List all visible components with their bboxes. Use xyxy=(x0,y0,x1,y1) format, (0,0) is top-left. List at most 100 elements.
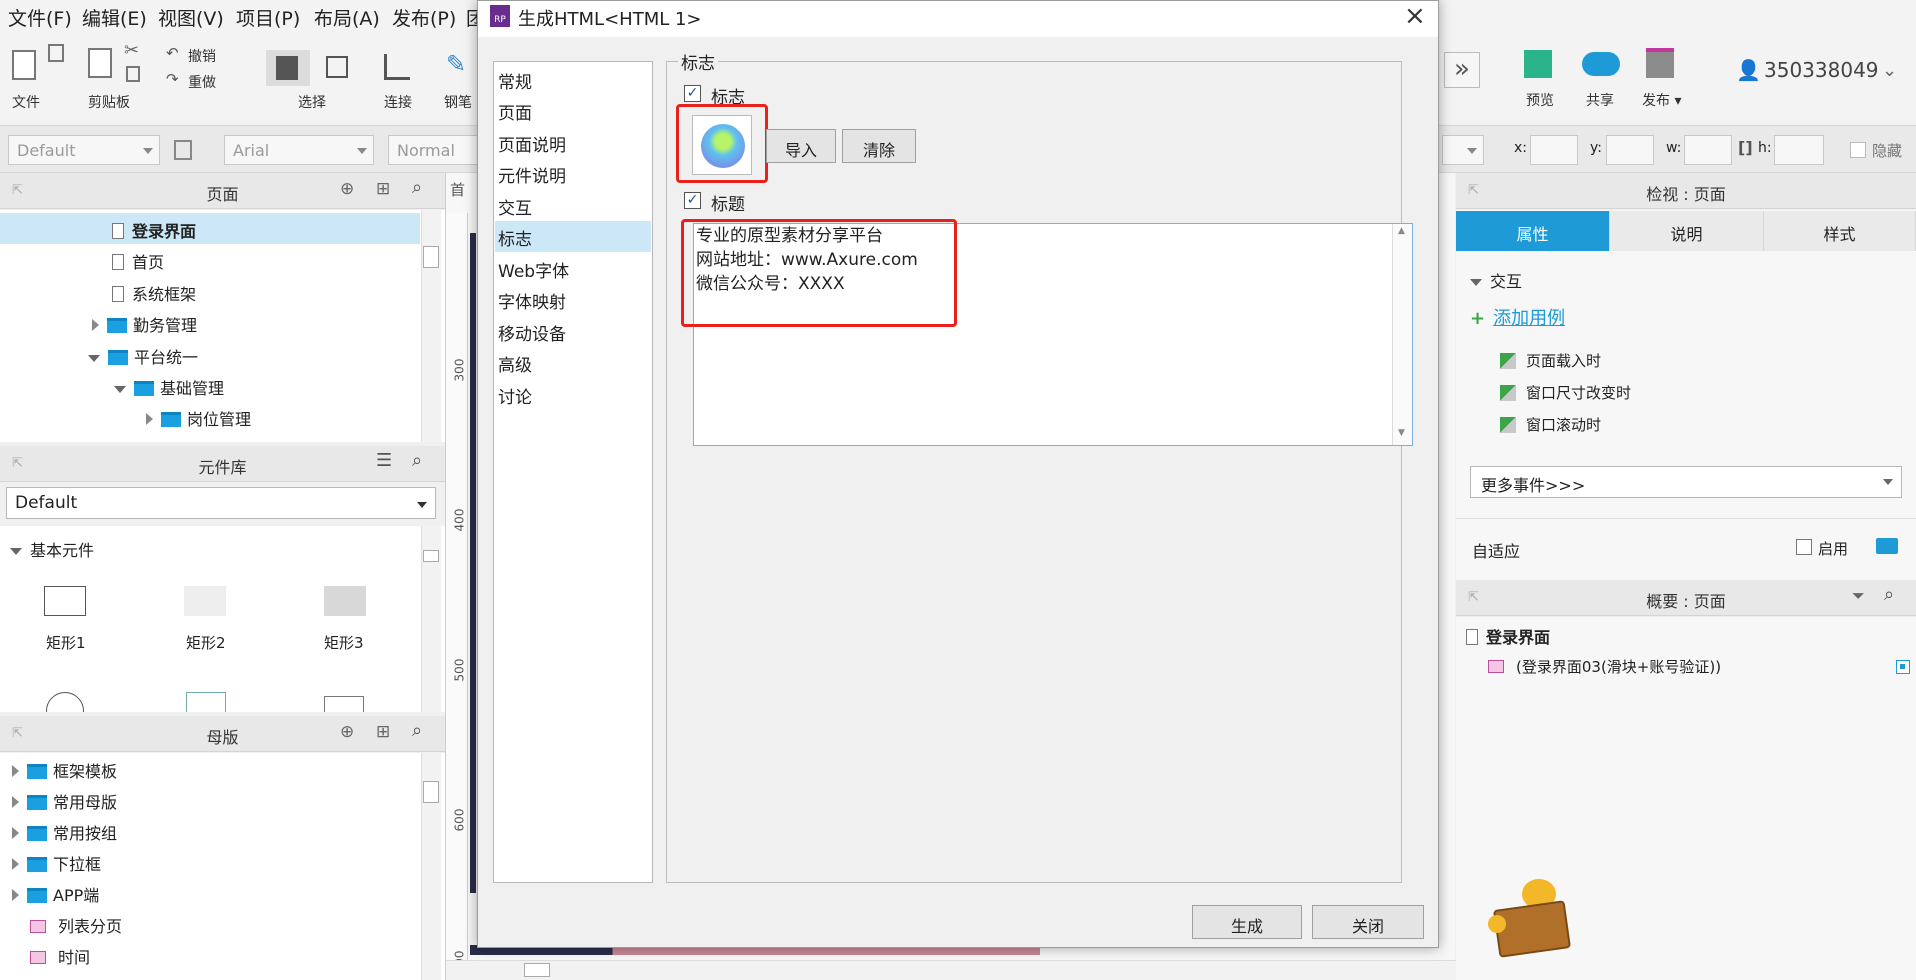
scroll-thumb[interactable] xyxy=(524,963,550,977)
search-icon[interactable]: ⌕ xyxy=(412,177,422,198)
expand-icon[interactable] xyxy=(92,319,99,331)
adaptive-views-icon[interactable] xyxy=(1876,538,1898,554)
add-case-link[interactable]: + 添加用例 xyxy=(1470,304,1565,330)
menu-file[interactable]: 文件(F) xyxy=(8,4,72,31)
style-select[interactable]: Default xyxy=(8,135,160,165)
nav-pages[interactable]: 页面 xyxy=(495,95,651,126)
search-icon[interactable]: ⌕ xyxy=(1884,584,1894,605)
style-editor-icon[interactable] xyxy=(174,140,192,160)
event-page-load[interactable]: 页面载入时 xyxy=(1500,350,1601,371)
library-scrollbar[interactable] xyxy=(421,526,441,712)
library-select[interactable]: Default xyxy=(6,487,436,519)
pin-icon[interactable]: ⇱ xyxy=(1468,590,1479,605)
pin-icon[interactable]: ⇱ xyxy=(12,726,23,741)
hidden-checkbox[interactable] xyxy=(1850,142,1866,158)
master-item[interactable]: 时间 xyxy=(30,939,90,970)
page-folder-platform[interactable]: 平台统一 xyxy=(88,339,198,370)
page-item-login[interactable]: 登录界面 xyxy=(0,213,420,244)
nav-web-fonts[interactable]: Web字体 xyxy=(495,253,651,284)
master-folder[interactable]: APP端 xyxy=(12,877,99,908)
nav-interactions[interactable]: 交互 xyxy=(495,190,651,221)
page-item-framework[interactable]: 系统框架 xyxy=(112,276,196,307)
add-folder-icon[interactable]: ⊞ xyxy=(376,179,390,199)
nav-font-mapping[interactable]: 字体映射 xyxy=(495,284,651,315)
nav-mobile[interactable]: 移动设备 xyxy=(495,316,651,347)
placeholder-widget[interactable] xyxy=(324,696,364,712)
publish-button[interactable]: 发布 ▾ xyxy=(1642,90,1681,110)
nav-widget-notes[interactable]: 元件说明 xyxy=(495,158,651,189)
adaptive-enable-checkbox[interactable] xyxy=(1796,539,1812,555)
redo-icon[interactable]: ↷ xyxy=(166,70,179,88)
filter-icon[interactable]: ⏷ xyxy=(1852,586,1865,606)
expand-icon[interactable] xyxy=(146,413,153,425)
import-button[interactable]: 导入 xyxy=(766,129,836,163)
page-item-home[interactable]: 首页 xyxy=(112,244,164,275)
page-folder-duty[interactable]: 勤务管理 xyxy=(92,307,197,338)
ellipse-widget[interactable] xyxy=(46,692,84,712)
select-tool[interactable] xyxy=(266,50,310,86)
menu-edit[interactable]: 编辑(E) xyxy=(82,4,147,31)
y-input[interactable] xyxy=(1606,135,1654,165)
chevron-down-icon[interactable]: ⌄ xyxy=(1882,60,1897,81)
outline-master-item[interactable]: (登录界面03(滑块+账号验证)) xyxy=(1488,651,1721,682)
expand-icon[interactable] xyxy=(12,858,19,870)
pin-icon[interactable]: ⇱ xyxy=(1468,183,1479,198)
alignment-select[interactable] xyxy=(1442,135,1484,165)
master-folder[interactable]: 框架模板 xyxy=(12,753,117,784)
connect-icon[interactable] xyxy=(384,54,410,80)
menu-publish[interactable]: 发布(P) xyxy=(392,4,456,31)
page-folder-basic[interactable]: 基础管理 xyxy=(114,370,224,401)
font-weight-select[interactable]: Normal xyxy=(388,135,478,165)
canvas-tab[interactable]: 首 xyxy=(450,179,465,200)
publish-icon[interactable] xyxy=(1646,48,1674,78)
canvas-hscrollbar[interactable] xyxy=(446,960,1456,980)
pin-icon[interactable]: ⇱ xyxy=(12,183,23,198)
nav-logo[interactable]: 标志 xyxy=(495,221,651,252)
event-window-resize[interactable]: 窗口尺寸改变时 xyxy=(1500,382,1631,403)
add-folder-icon[interactable]: ⊞ xyxy=(376,722,390,742)
outline-item-checkbox[interactable] xyxy=(1896,660,1910,674)
tab-properties[interactable]: 属性 xyxy=(1456,211,1610,251)
search-icon[interactable]: ⌕ xyxy=(412,450,422,471)
undo-icon[interactable]: ↶ xyxy=(166,44,179,62)
scroll-thumb[interactable] xyxy=(423,781,439,803)
font-select[interactable]: Arial xyxy=(224,135,374,165)
event-window-scroll[interactable]: 窗口滚动时 xyxy=(1500,414,1601,435)
pin-icon[interactable]: ⇱ xyxy=(12,456,23,471)
select-contained-icon[interactable] xyxy=(326,56,348,78)
scroll-thumb[interactable] xyxy=(423,550,439,562)
master-folder[interactable]: 下拉框 xyxy=(12,846,101,877)
nav-discussion[interactable]: 讨论 xyxy=(495,379,651,410)
master-item[interactable]: 列表分页 xyxy=(30,908,122,939)
overflow-chevron-icon[interactable]: » xyxy=(1444,52,1480,88)
scroll-down-icon[interactable]: ▼ xyxy=(1398,428,1405,438)
copy-icon[interactable] xyxy=(126,66,140,82)
expand-icon[interactable] xyxy=(12,827,19,839)
master-folder[interactable]: 常用按组 xyxy=(12,815,117,846)
save-icon[interactable] xyxy=(48,44,64,62)
nav-general[interactable]: 常规 xyxy=(495,64,651,95)
search-icon[interactable]: ⌕ xyxy=(412,720,422,741)
nav-advanced[interactable]: 高级 xyxy=(495,347,651,378)
nav-page-notes[interactable]: 页面说明 xyxy=(495,127,651,158)
master-folder[interactable]: 常用母版 xyxy=(12,784,117,815)
clear-button[interactable]: 清除 xyxy=(842,129,916,163)
image-widget[interactable] xyxy=(186,692,226,712)
expand-icon[interactable] xyxy=(12,796,19,808)
generate-button[interactable]: 生成 xyxy=(1192,905,1302,939)
add-page-icon[interactable]: ⊕ xyxy=(340,179,354,199)
rectangle3-widget[interactable] xyxy=(324,586,366,616)
more-events-select[interactable]: 更多事件>>> xyxy=(1470,466,1902,498)
x-input[interactable] xyxy=(1530,135,1578,165)
pen-icon[interactable]: ✎ xyxy=(446,50,466,78)
pages-scrollbar[interactable] xyxy=(421,210,441,442)
tab-notes[interactable]: 说明 xyxy=(1610,211,1764,251)
preview-button[interactable]: 预览 xyxy=(1526,90,1554,110)
menu-view[interactable]: 视图(V) xyxy=(158,4,224,31)
menu-project[interactable]: 项目(P) xyxy=(236,4,300,31)
title-checkbox[interactable]: ✓ xyxy=(684,192,701,209)
close-icon[interactable]: × xyxy=(1404,1,1426,31)
redo-button[interactable]: 重做 xyxy=(188,72,216,92)
share-cloud-icon[interactable] xyxy=(1582,52,1620,76)
scroll-thumb[interactable] xyxy=(423,246,439,268)
